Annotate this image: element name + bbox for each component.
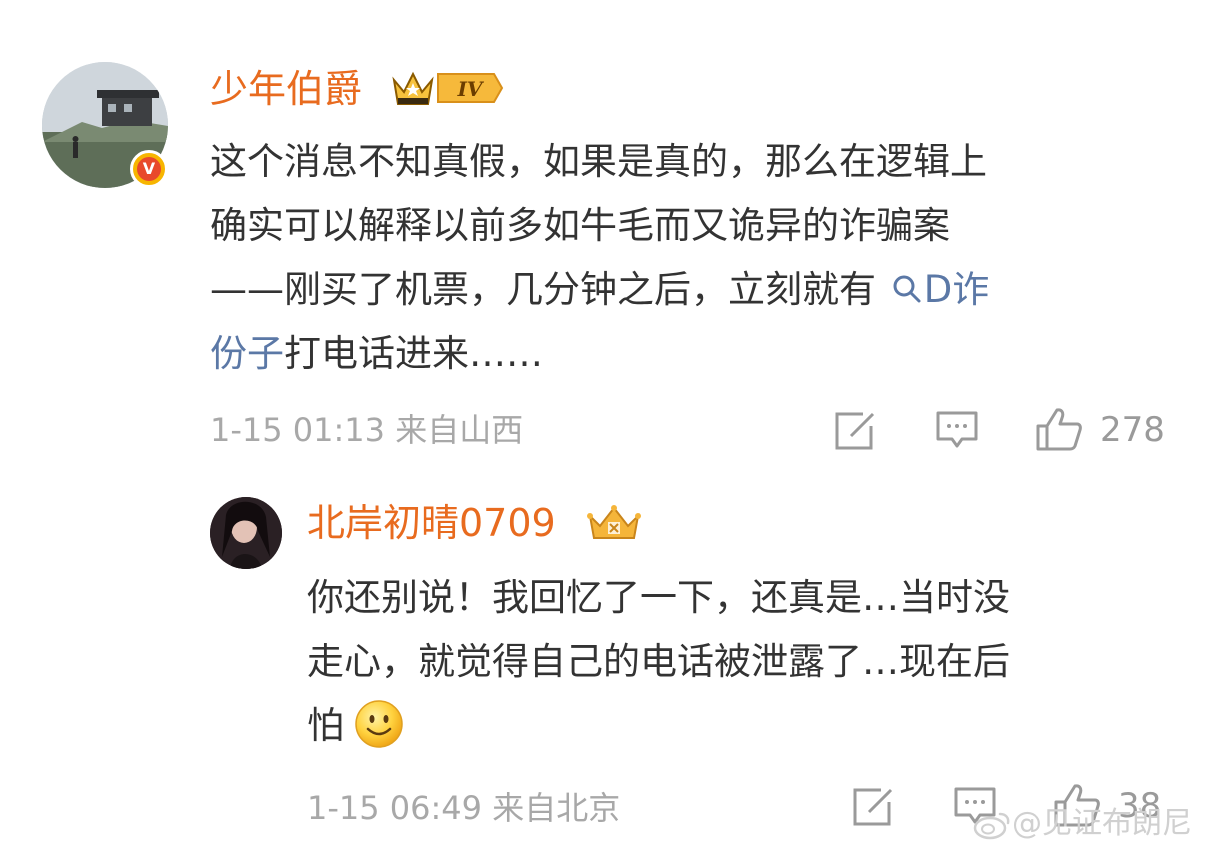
search-icon [893,275,921,303]
comment-icon[interactable] [935,410,979,450]
comment-line: 份子打电话进来…… [210,332,543,375]
watermark: @见证布朗尼 [972,806,1192,842]
reply-item: 北岸初晴0709 你还别说！我回忆了一下，还真是…当时没 走心，就觉得自己的电话… [0,470,1206,852]
comment-meta: 1-15 01:13 来自山西 [210,411,524,449]
avatar[interactable] [210,497,282,569]
verified-badge-icon: V [130,150,168,188]
like-count: 278 [1100,410,1165,450]
comment-line: ——刚买了机票，几分钟之后，立刻就有 D诈 [210,268,990,311]
comment-line: 确实可以解释以前多如牛毛而又诡异的诈骗案 [210,204,950,247]
comment-item: V 少年伯爵 IV 这个消息不知真假，如果是真的，那么在逻辑上 确实可以解释以前… [0,0,1206,470]
smiley-icon [355,699,403,748]
level-badge-label: IV [457,77,485,101]
like-icon[interactable] [1035,406,1083,452]
repost-icon[interactable] [851,786,897,828]
gold-crown-badge-icon [587,505,641,539]
comment-line: 怕 [307,694,1010,758]
reply-text: 你还别说！我回忆了一下，还真是…当时没 走心，就觉得自己的电话被泄露了…现在后 … [307,566,1010,758]
repost-icon[interactable] [833,410,879,452]
username[interactable]: 少年伯爵 [210,66,362,112]
search-topic-link-cont[interactable]: 份子 [210,332,284,375]
weibo-logo-icon [973,812,1010,839]
level-crown-badge-icon: IV [392,71,504,105]
comment-text: 这个消息不知真假，如果是真的，那么在逻辑上 确实可以解释以前多如牛毛而又诡异的诈… [210,130,989,386]
comment-line: 你还别说！我回忆了一下，还真是…当时没 [307,576,1010,619]
reply-meta: 1-15 06:49 来自北京 [307,789,621,827]
search-topic-link[interactable]: D诈 [888,268,989,311]
username[interactable]: 北岸初晴0709 [307,500,556,546]
comment-line: 走心，就觉得自己的电话被泄露了…现在后 [307,640,1010,683]
comment-line: 这个消息不知真假，如果是真的，那么在逻辑上 [210,140,987,183]
